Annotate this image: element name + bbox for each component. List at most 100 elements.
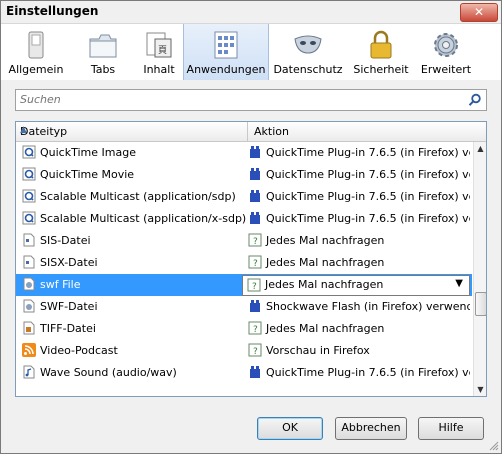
svg-text:?: ?: [253, 237, 258, 247]
file-type-label: SISX-Datei: [40, 256, 98, 269]
search-box[interactable]: [15, 89, 487, 111]
tab-label: Inhalt: [143, 63, 175, 76]
file-type-label: swf File: [40, 278, 81, 291]
scroll-up-icon[interactable]: ▲: [474, 142, 486, 155]
table-row[interactable]: SIS-Datei? Jedes Mal nachfragen: [16, 230, 472, 252]
action-cell: Shockwave Flash (in Firefox) verwenden: [248, 299, 470, 315]
file-type-cell: Video-Podcast: [22, 343, 246, 359]
table-row[interactable]: QuickTime Movie QuickTime Plug-in 7.6.5 (…: [16, 164, 472, 186]
svg-text:?: ?: [253, 259, 258, 269]
table-row[interactable]: swf File? Jedes Mal nachfragen ▼: [16, 274, 472, 296]
file-type-cell: Wave Sound (audio/wav): [22, 365, 246, 381]
tab-sicherheit[interactable]: Sicherheit: [349, 24, 413, 80]
image-file-icon: [22, 321, 36, 335]
action-label: Shockwave Flash (in Firefox) verwenden: [266, 300, 470, 313]
file-type-cell: QuickTime Image: [22, 145, 246, 161]
action-cell: QuickTime Plug-in 7.6.5 (in Firefox) ver…: [248, 189, 470, 205]
window-title: Einstellungen: [6, 4, 99, 18]
plugin-icon: [248, 189, 262, 203]
quicktime-icon: [22, 167, 36, 181]
quicktime-icon: [22, 211, 36, 225]
action-cell: QuickTime Plug-in 7.6.5 (in Firefox) ver…: [248, 145, 470, 161]
quicktime-icon: [22, 145, 36, 159]
file-type-label: Scalable Multicast (application/sdp): [40, 190, 236, 203]
tabs-icon: [89, 34, 117, 58]
file-type-label: Wave Sound (audio/wav): [40, 366, 177, 379]
vertical-scrollbar[interactable]: ▲ ▼: [473, 142, 486, 396]
plugin-icon: [248, 145, 262, 159]
table-row[interactable]: SISX-Datei? Jedes Mal nachfragen: [16, 252, 472, 274]
action-dropdown[interactable]: ? Jedes Mal nachfragen ▼: [242, 275, 470, 296]
table-row[interactable]: TIFF-Datei? Jedes Mal nachfragen: [16, 318, 472, 340]
table-row[interactable]: Wave Sound (audio/wav) QuickTime Plug-in …: [16, 362, 472, 384]
mask-icon: [294, 35, 322, 54]
table-row[interactable]: SWF-Datei Shockwave Flash (in Firefox) ve…: [16, 296, 472, 318]
title-bar[interactable]: Einstellungen ✕: [1, 1, 501, 23]
svg-text:頁: 頁: [158, 45, 167, 56]
column-header-dateityp[interactable]: Dateityp ▲: [16, 122, 248, 141]
tab-inhalt[interactable]: 頁 Inhalt: [135, 24, 183, 80]
tab-anwendungen[interactable]: Anwendungen: [183, 24, 269, 80]
file-type-label: TIFF-Datei: [40, 322, 96, 335]
applications-panel: Dateityp ▲ Aktion QuickTime ImageQuickTi…: [1, 80, 501, 453]
plugin-icon: [248, 365, 262, 379]
file-type-cell: SWF-Datei: [22, 299, 246, 315]
ask-icon: ?: [248, 321, 262, 335]
flash-file-icon: [22, 277, 36, 291]
tab-allgemein[interactable]: Allgemein: [1, 24, 71, 80]
tab-datenschutz[interactable]: Datenschutz: [267, 24, 349, 80]
switch-icon: [28, 31, 44, 59]
action-label: Jedes Mal nachfragen: [265, 278, 384, 291]
scroll-thumb[interactable]: [475, 292, 486, 316]
feed-icon: [22, 343, 36, 357]
table-row[interactable]: Scalable Multicast (application/x-sdp) Qu…: [16, 208, 472, 230]
svg-text:?: ?: [252, 282, 257, 292]
ask-icon: ?: [248, 343, 262, 357]
file-type-label: QuickTime Image: [40, 146, 136, 159]
file-type-cell: TIFF-Datei: [22, 321, 246, 337]
table-row[interactable]: Video-Podcast? Vorschau in Firefox: [16, 340, 472, 362]
tab-label: Allgemein: [8, 63, 64, 76]
tab-label: Erweitert: [420, 63, 472, 76]
cancel-button[interactable]: Abbrechen: [335, 417, 407, 440]
file-type-label: Video-Podcast: [40, 344, 118, 357]
search-input[interactable]: [20, 92, 460, 107]
ask-icon: ?: [248, 233, 262, 247]
file-type-cell: SIS-Datei: [22, 233, 246, 249]
close-button[interactable]: ✕: [460, 3, 498, 22]
help-button[interactable]: Hilfe: [418, 417, 484, 440]
svg-text:?: ?: [253, 325, 258, 335]
ask-icon: ?: [247, 278, 261, 292]
lock-icon: [370, 30, 392, 59]
tab-erweitert[interactable]: Erweitert: [413, 24, 479, 80]
action-cell: QuickTime Plug-in 7.6.5 (in Firefox) ver…: [248, 211, 470, 227]
action-cell: ? Jedes Mal nachfragen: [248, 255, 470, 271]
action-cell: ? Vorschau in Firefox: [248, 343, 470, 359]
action-label: QuickTime Plug-in 7.6.5 (in Firefox) ver…: [266, 146, 470, 159]
search-icon[interactable]: [468, 93, 482, 107]
file-type-label: Scalable Multicast (application/x-sdp): [40, 212, 246, 225]
file-type-cell: SISX-Datei: [22, 255, 246, 271]
tab-label: Anwendungen: [186, 63, 266, 76]
action-label: Jedes Mal nachfragen: [266, 234, 385, 247]
action-cell: QuickTime Plug-in 7.6.5 (in Firefox) ver…: [248, 167, 470, 183]
table-row[interactable]: Scalable Multicast (application/sdp) Quic…: [16, 186, 472, 208]
file-type-list[interactable]: Dateityp ▲ Aktion QuickTime Image QuickTi…: [15, 121, 487, 397]
plugin-icon: [248, 299, 262, 313]
action-label: QuickTime Plug-in 7.6.5 (in Firefox) ver…: [266, 366, 470, 379]
action-label: Vorschau in Firefox: [266, 344, 370, 357]
gear-icon: [434, 33, 458, 57]
action-label: Jedes Mal nachfragen: [266, 256, 385, 269]
tab-tabs[interactable]: Tabs: [71, 24, 135, 80]
file-type-label: SIS-Datei: [40, 234, 91, 247]
dropdown-arrow-icon[interactable]: ▼: [455, 278, 463, 289]
resize-grip-icon[interactable]: [489, 441, 499, 451]
ask-icon: ?: [248, 255, 262, 269]
preferences-toolbar: Allgemein Tabs 頁 Inhalt Anwendungen Date…: [1, 23, 501, 81]
table-row[interactable]: QuickTime Image QuickTime Plug-in 7.6.5 (…: [16, 142, 472, 164]
sort-ascending-icon: ▲: [20, 125, 27, 135]
action-label: QuickTime Plug-in 7.6.5 (in Firefox) ver…: [266, 212, 470, 225]
applications-icon: [214, 31, 238, 59]
scroll-down-icon[interactable]: ▼: [474, 383, 486, 396]
ok-button[interactable]: OK: [257, 417, 323, 440]
